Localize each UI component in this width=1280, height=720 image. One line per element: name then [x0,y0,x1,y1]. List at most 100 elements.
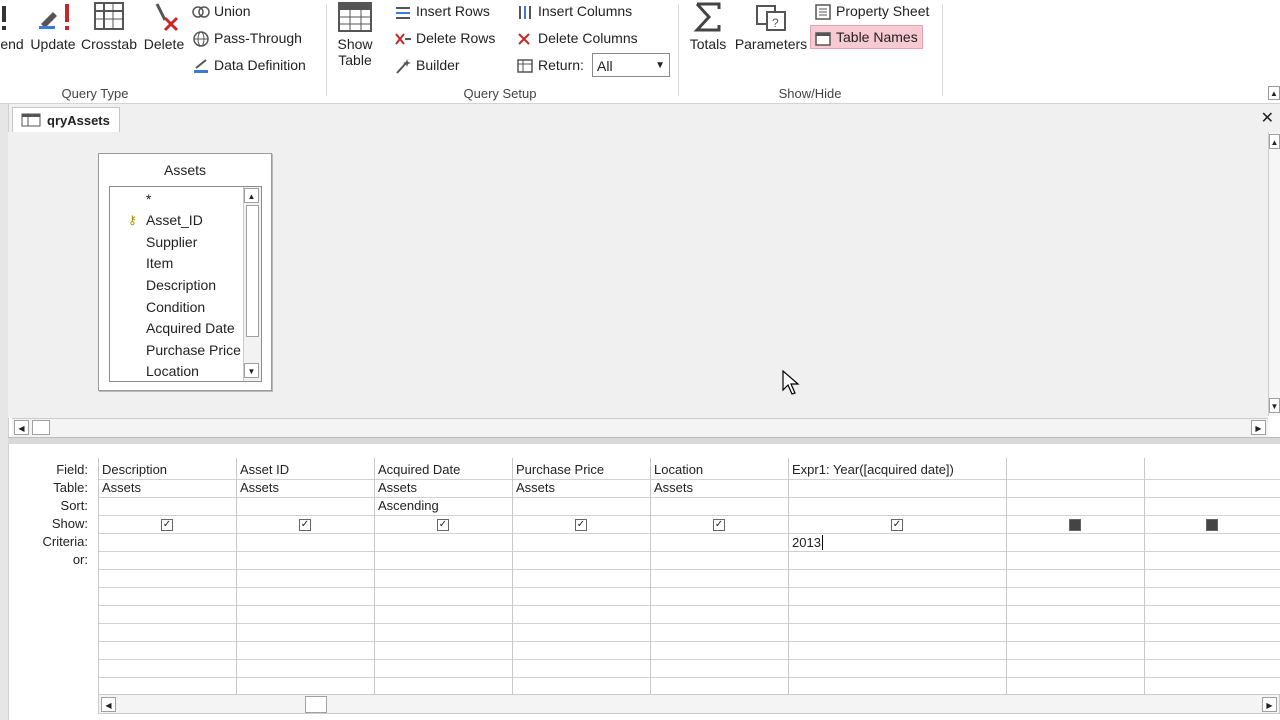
show-checkbox[interactable] [891,519,903,531]
field-cell[interactable]: Location [654,462,703,477]
scroll-left-icon[interactable]: ◀ [14,420,29,435]
return-icon [516,58,534,74]
field-location[interactable]: Location [146,363,199,379]
show-table-label-1: Show [337,36,373,52]
union-button[interactable]: Union [192,0,251,22]
criteria-cell[interactable]: 2013 [792,535,823,550]
or-cell[interactable] [378,552,508,568]
or-cell[interactable] [792,552,1002,568]
scroll-right-icon[interactable]: ▶ [1251,420,1266,435]
property-sheet-button[interactable]: Property Sheet [814,0,929,22]
scroll-thumb[interactable] [246,205,259,337]
field-cell[interactable]: Expr1: Year([acquired date]) [792,462,954,477]
grid-row-line [98,641,1280,642]
field-item[interactable]: Item [146,255,173,271]
field-list[interactable]: * ⚷ Asset_ID Supplier Item Description C… [109,186,262,382]
assets-table-box[interactable]: Assets * ⚷ Asset_ID Supplier Item Descri… [98,153,272,391]
show-checkbox[interactable] [575,519,587,531]
parameters-icon: ? [756,5,786,31]
data-definition-button[interactable]: Data Definition [192,54,306,76]
grid-column-line [98,458,99,694]
crosstab-button[interactable]: Crosstab [80,0,138,52]
field-purchase-price[interactable]: Purchase Price [146,342,241,358]
field-asset-id[interactable]: Asset_ID [146,212,203,228]
close-icon[interactable]: ✕ [1261,108,1274,128]
show-checkbox[interactable] [1069,519,1081,531]
chevron-down-icon: ▼ [655,60,665,71]
delete-rows-button[interactable]: Delete Rows [394,27,495,49]
design-vertical-scrollbar[interactable]: ▲ ▼ [1268,132,1280,416]
delete-query-label: Delete [143,36,185,52]
scroll-down-icon[interactable]: ▼ [244,363,259,378]
field-cell[interactable]: Description [102,462,167,477]
table-cell[interactable]: Assets [102,480,141,495]
table-cell[interactable]: Assets [654,480,693,495]
return-label: Return: [538,57,584,73]
query-icon [21,113,41,127]
or-cell[interactable] [102,552,232,568]
return-select-value: All [597,58,613,74]
update-button[interactable]: Update [28,0,78,52]
scroll-thumb[interactable] [32,420,50,435]
builder-button[interactable]: Builder [394,54,460,76]
delete-columns-button[interactable]: Delete Columns [516,27,638,49]
or-cell[interactable] [1010,552,1140,568]
delete-rows-icon [394,31,412,47]
table-cell[interactable]: Assets [240,480,279,495]
field-all[interactable]: * [146,191,151,207]
grid-column-line [1006,458,1007,694]
show-checkbox[interactable] [1206,519,1218,531]
scroll-up-icon[interactable]: ▲ [1269,134,1280,149]
insert-columns-button[interactable]: Insert Columns [516,0,632,22]
grid-row-line [98,515,1280,516]
field-acquired-date[interactable]: Acquired Date [146,320,235,336]
grid-row-line [98,623,1280,624]
field-supplier[interactable]: Supplier [146,234,197,250]
field-list-scrollbar[interactable]: ▲ ▼ [243,187,261,381]
insert-columns-icon [516,4,534,20]
grid-row-label: Field: [56,462,88,477]
scroll-down-icon[interactable]: ▼ [1269,398,1280,413]
or-cell[interactable] [654,552,784,568]
insert-rows-button[interactable]: Insert Rows [394,0,490,22]
pane-splitter[interactable] [8,437,1280,444]
append-button[interactable]: end [0,0,24,52]
or-cell[interactable] [240,552,370,568]
insert-columns-label: Insert Columns [538,3,633,19]
scroll-left-icon[interactable]: ◀ [101,697,116,712]
scroll-right-icon[interactable]: ▶ [1262,697,1277,712]
scroll-up-icon[interactable]: ▲ [244,188,259,203]
show-checkbox[interactable] [437,519,449,531]
table-cell[interactable]: Assets [516,480,555,495]
table-cell[interactable]: Assets [378,480,417,495]
parameters-button[interactable]: ? Parameters [734,0,808,52]
delete-query-button[interactable]: Delete [142,0,186,52]
query-type-group-label: Query Type [61,86,129,101]
ribbon-collapse-button[interactable]: ▲ [1268,86,1280,100]
tab-qryassets[interactable]: qryAssets [12,107,120,133]
return-select[interactable]: All ▼ [592,53,670,77]
show-checkbox[interactable] [161,519,173,531]
totals-button[interactable]: Totals [686,0,730,52]
show-table-label-2: Table [338,52,372,68]
table-names-button[interactable]: Table Names [810,25,923,49]
ribbon: end Update Crosstab Delete Union Pass-Th… [0,0,1280,104]
grid-row-line [98,605,1280,606]
or-cell[interactable] [1148,552,1276,568]
sort-cell[interactable]: Ascending [378,498,439,513]
field-condition[interactable]: Condition [146,299,205,315]
field-cell[interactable]: Purchase Price [516,462,604,477]
field-description[interactable]: Description [146,277,216,293]
show-table-button[interactable]: Show Table [332,0,378,68]
or-cell[interactable] [516,552,646,568]
design-horizontal-scrollbar[interactable]: ◀ ▶ [12,418,1268,438]
field-cell[interactable]: Asset ID [240,462,289,477]
show-checkbox[interactable] [713,519,725,531]
field-cell[interactable]: Acquired Date [378,462,460,477]
pass-through-button[interactable]: Pass-Through [192,27,302,49]
tab-label: qryAssets [47,113,110,128]
grid-horizontal-scrollbar[interactable]: ◀ ▶ [98,694,1280,714]
svg-text:?: ? [772,16,779,30]
show-checkbox[interactable] [299,519,311,531]
scroll-thumb[interactable] [305,696,327,713]
